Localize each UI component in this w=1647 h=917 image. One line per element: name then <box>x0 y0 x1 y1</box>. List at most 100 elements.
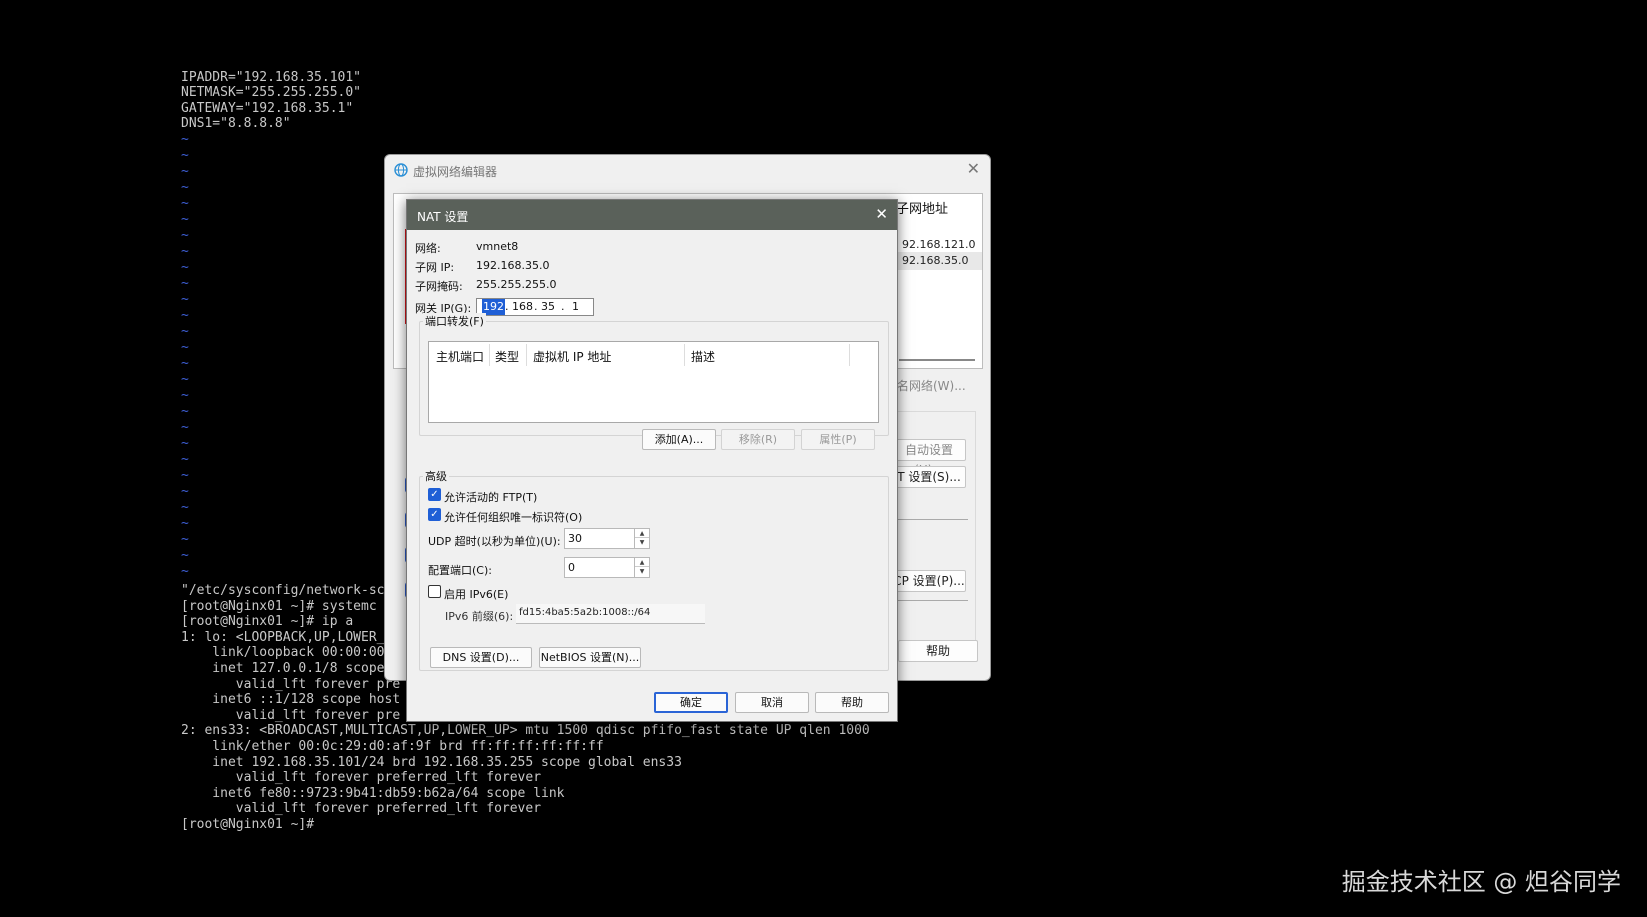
vim-empty-line-marker: ~ <box>181 532 189 547</box>
terminal-line: valid_lft forever preferred_lft forever <box>181 770 542 785</box>
terminal-line: valid_lft forever pre <box>181 708 401 723</box>
chevron-up-icon[interactable]: ▲ <box>635 529 649 538</box>
vim-empty-line-marker: ~ <box>181 436 189 451</box>
terminal-prompt[interactable]: [root@Nginx01 ~]# <box>181 817 314 833</box>
terminal-line: inet6 fe80::9723:9b41:db59:b62a/64 scope… <box>181 786 565 801</box>
gateway-ip-input[interactable]: 192 . 168 . 35 . 1 <box>476 298 594 316</box>
terminal-line: DNS1="8.8.8.8" <box>181 116 291 131</box>
config-port-stepper[interactable]: 0 ▲ ▼ <box>564 557 650 578</box>
network-row[interactable]: 92.168.121.0 <box>902 238 975 251</box>
window-title: 虚拟网络编辑器 <box>413 165 498 179</box>
vim-empty-line-marker: ~ <box>181 148 189 163</box>
cancel-button[interactable]: 取消 <box>735 692 809 713</box>
terminal-line: inet 192.168.35.101/24 brd 192.168.35.25… <box>181 755 682 770</box>
vim-empty-line-marker: ~ <box>181 484 189 499</box>
terminal-line: NETMASK="255.255.255.0" <box>181 85 362 100</box>
subnet-ip-label: 子网 IP: <box>415 261 455 274</box>
vim-empty-line-marker: ~ <box>181 420 189 435</box>
column-header-subnet[interactable]: 子网地址 <box>896 198 948 217</box>
column-divider <box>526 344 527 366</box>
vim-empty-line-marker: ~ <box>181 468 189 483</box>
gateway-ip-octet-2[interactable]: 168 <box>512 299 533 315</box>
port-forwarding-label: 端口转发(F) <box>423 313 486 329</box>
column-header-host-port[interactable]: 主机端口 <box>436 348 484 365</box>
close-icon[interactable]: ✕ <box>875 205 888 223</box>
vim-empty-line-marker: ~ <box>181 196 189 211</box>
add-button[interactable]: 添加(A)... <box>642 429 716 450</box>
horizontal-scrollbar[interactable] <box>899 359 975 361</box>
auto-settings-button[interactable]: 自动设置(U)... <box>892 439 966 477</box>
enable-ipv6-label[interactable]: 启用 IPv6(E) <box>444 586 508 602</box>
terminal-line: valid_lft forever preferred_lft forever <box>181 801 542 816</box>
watermark: 掘金技术社区 @ 炟谷同学 <box>1341 868 1621 896</box>
terminal-line: valid_lft forever pre <box>181 677 401 692</box>
vim-empty-line-marker: ~ <box>181 340 189 355</box>
nat-settings-dialog: NAT 设置 ✕ 网络: vmnet8 子网 IP: 192.168.35.0 … <box>406 199 898 722</box>
vim-empty-line-marker: ~ <box>181 308 189 323</box>
ok-button[interactable]: 确定 <box>654 692 728 713</box>
dns-settings-button[interactable]: DNS 设置(D)... <box>430 647 532 668</box>
terminal-line: [root@Nginx01 ~]# ip a <box>181 614 354 629</box>
allow-oui-label[interactable]: 允许任何组织唯一标识符(O) <box>444 509 582 525</box>
vim-empty-line-marker: ~ <box>181 548 189 563</box>
ip-dot: . <box>534 300 538 313</box>
allow-ftp-label[interactable]: 允许活动的 FTP(T) <box>444 489 537 505</box>
port-forwarding-table[interactable]: 主机端口 类型 虚拟机 IP 地址 描述 <box>428 341 879 423</box>
allow-oui-checkbox[interactable]: ✓ <box>428 508 441 521</box>
udp-timeout-stepper[interactable]: 30 ▲ ▼ <box>564 528 650 549</box>
vim-empty-line-marker: ~ <box>181 276 189 291</box>
vim-empty-line-marker: ~ <box>181 292 189 307</box>
chevron-up-icon[interactable]: ▲ <box>635 558 649 567</box>
column-header-vm-ip[interactable]: 虚拟机 IP 地址 <box>533 348 611 365</box>
netbios-settings-button[interactable]: NetBIOS 设置(N)... <box>539 647 641 668</box>
dhcp-settings-button[interactable]: CP 设置(P)... <box>892 570 966 592</box>
network-value: vmnet8 <box>476 240 519 253</box>
column-header-description[interactable]: 描述 <box>691 348 715 365</box>
vim-empty-line-marker: ~ <box>181 404 189 419</box>
help-button[interactable]: 帮助 <box>898 640 978 662</box>
vim-empty-line-marker: ~ <box>181 564 189 579</box>
terminal-line: IPADDR="192.168.35.101" <box>181 70 362 85</box>
terminal-line: 1: lo: <LOOPBACK,UP,LOWER_ <box>181 630 385 645</box>
stepper-buttons[interactable]: ▲ ▼ <box>634 558 649 577</box>
column-header-type[interactable]: 类型 <box>495 348 519 365</box>
column-divider <box>849 344 850 366</box>
gateway-ip-octet-4[interactable]: 1 <box>572 299 579 315</box>
column-divider <box>489 344 490 366</box>
dialog-title: NAT 设置 <box>417 210 469 224</box>
close-icon[interactable]: ✕ <box>967 159 980 178</box>
subnet-mask-label: 子网掩码: <box>415 280 463 293</box>
ip-dot: . <box>505 300 509 313</box>
udp-timeout-value[interactable]: 30 <box>568 532 582 545</box>
vim-empty-line-marker: ~ <box>181 372 189 387</box>
help-button[interactable]: 帮助 <box>815 692 889 713</box>
terminal-line: GATEWAY="192.168.35.1" <box>181 101 354 116</box>
properties-button[interactable]: 属性(P) <box>801 429 875 450</box>
vim-empty-line-marker: ~ <box>181 516 189 531</box>
nat-settings-button[interactable]: T 设置(S)... <box>892 466 966 488</box>
chevron-down-icon[interactable]: ▼ <box>635 538 649 547</box>
vim-empty-line-marker: ~ <box>181 132 189 147</box>
udp-timeout-label: UDP 超时(以秒为单位)(U): <box>428 535 561 548</box>
ipv6-prefix-input[interactable]: fd15:4ba5:5a2b:1008::/64 <box>516 604 705 624</box>
network-label: 网络: <box>415 242 441 255</box>
terminal-line: [root@Nginx01 ~]# systemc <box>181 599 377 614</box>
vim-empty-line-marker: ~ <box>181 500 189 515</box>
config-port-value[interactable]: 0 <box>568 561 575 574</box>
subnet-ip-value: 192.168.35.0 <box>476 259 550 272</box>
terminal-line: link/ether 00:0c:29:d0:af:9f brd ff:ff:f… <box>181 739 604 754</box>
chevron-down-icon[interactable]: ▼ <box>635 567 649 576</box>
stepper-buttons[interactable]: ▲ ▼ <box>634 529 649 548</box>
allow-ftp-checkbox[interactable]: ✓ <box>428 488 441 501</box>
enable-ipv6-checkbox[interactable] <box>428 585 441 598</box>
remove-button[interactable]: 移除(R) <box>721 429 795 450</box>
globe-icon <box>394 163 408 177</box>
gateway-ip-octet-3[interactable]: 35 <box>541 299 555 315</box>
ip-dot: . <box>561 300 565 313</box>
vim-empty-line-marker: ~ <box>181 244 189 259</box>
terminal-line: inet6 ::1/128 scope host <box>181 692 401 707</box>
config-port-label: 配置端口(C): <box>428 564 492 577</box>
network-row-selected[interactable]: 92.168.35.0 <box>894 252 982 270</box>
vim-empty-line-marker: ~ <box>181 260 189 275</box>
vim-empty-line-marker: ~ <box>181 324 189 339</box>
